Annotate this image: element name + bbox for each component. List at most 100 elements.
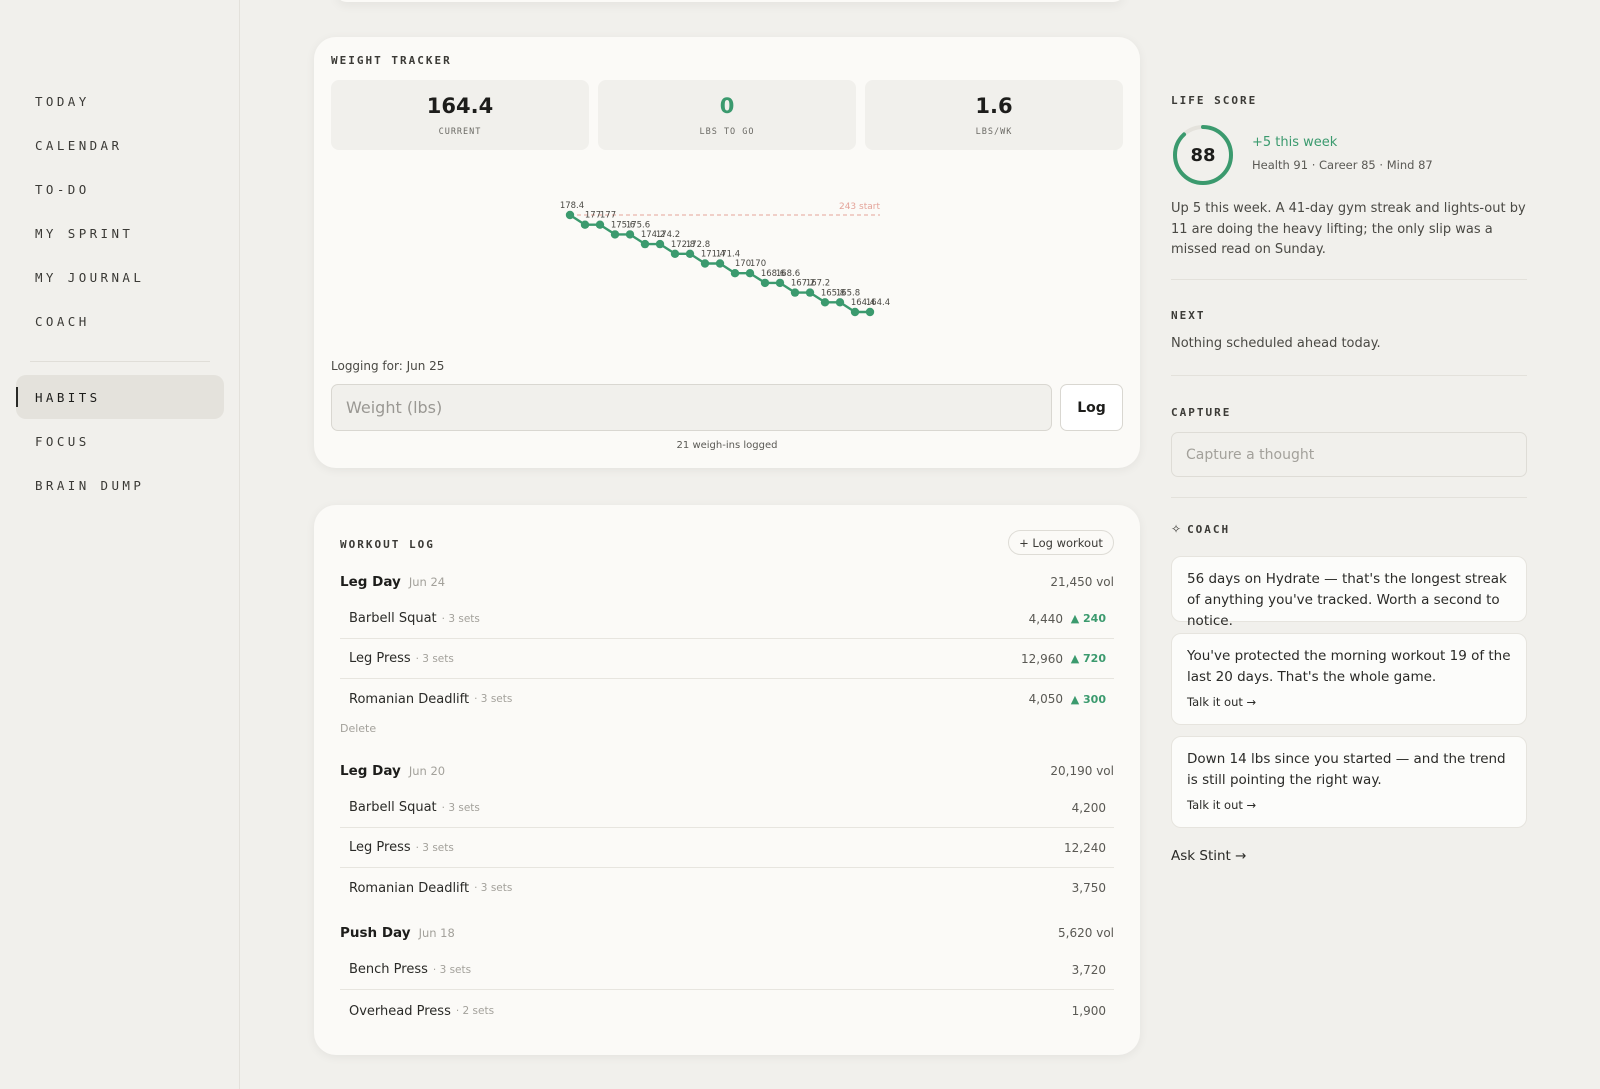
workout-log-card: WORKOUT LOG + Log workout Leg Day Jun 24… [314,505,1140,1055]
nav-item-focus[interactable]: FOCUS [16,419,224,463]
nav-item-my-sprint[interactable]: MY SPRINT [16,211,224,255]
nav-item-my-journal[interactable]: MY JOURNAL [16,255,224,299]
reference-line-label: 243 start [839,202,880,212]
exercise-row[interactable]: Overhead Press · 2 sets 1,900 [340,991,1114,1031]
weight-point [730,269,740,278]
exercise-volume: 4,440 [1028,611,1063,626]
exercise-row[interactable]: Barbell Squat · 3 sets 4,200 [340,788,1114,828]
life-score-value: 88 [1190,145,1215,166]
exercise-name: Bench Press [349,962,428,977]
nav-item-today[interactable]: TODAY [16,79,224,123]
coach-header: ✧ COACH [1171,522,1230,536]
exercise-volume: 1,900 [1071,1004,1106,1018]
weight-point [820,298,830,307]
log-workout-button[interactable]: + Log workout [1008,530,1114,555]
exercise-name: Leg Press [349,840,411,855]
weight-tracker-card: WEIGHT TRACKER 164.4 CURRENT 0 LBS TO GO… [314,37,1140,468]
weight-point [850,307,860,317]
exercise-sets: · 3 sets [415,841,454,854]
exercise-delta: ▲ 720 [1070,652,1106,665]
weight-point-label: 170 [750,259,766,269]
session-header[interactable]: Leg Day Jun 24 21,450 vol [340,572,1114,592]
exercise-row[interactable]: Leg Press · 3 sets 12,240 [340,828,1114,868]
delete-session-link[interactable]: Delete [340,722,376,735]
weight-point [640,239,650,249]
exercise-delta: ▲ 300 [1070,692,1106,706]
session-header[interactable]: Leg Day Jun 20 20,190 vol [340,761,1114,781]
talk-it-out-link[interactable]: Talk it out → [1187,695,1511,709]
exercise-row[interactable]: Romanian Deadlift · 3 sets 4,050 ▲ 300 [340,679,1114,719]
exercise-volume: 3,750 [1071,881,1106,895]
exercise-sets: · 3 sets [474,882,513,894]
exercise-name: Barbell Squat [349,800,437,815]
life-score-breakdown: Health 91 · Career 85 · Mind 87 [1252,158,1433,172]
weight-point [865,307,875,317]
weight-point [655,239,665,249]
exercise-row[interactable]: Barbell Squat · 3 sets 4,440 ▲ 240 [340,599,1114,639]
weight-point [580,220,590,229]
life-score-ring: 88 [1173,125,1233,185]
next-text: Nothing scheduled ahead today. [1171,336,1381,351]
life-score-summary: Up 5 this week. A 41-day gym streak and … [1171,201,1526,257]
weight-point [565,210,575,220]
life-score-change: +5 this week [1252,135,1338,150]
nav-item-todo[interactable]: TO-DO [16,167,224,211]
weight-point-label: 167.2 [806,279,830,289]
capture-input[interactable] [1171,432,1527,477]
nav-item-habits[interactable]: HABITS [16,375,224,419]
nav-item-coach[interactable]: COACH [16,299,224,343]
ask-stint-link[interactable]: Ask Stint → [1171,848,1246,864]
nav-item-calendar[interactable]: CALENDAR [16,123,224,167]
weight-point [595,220,605,229]
session-name: Push Day [340,925,411,941]
weight-point-label: 178.4 [560,201,584,211]
weight-point [670,249,680,258]
exercise-sets: · 3 sets [441,801,480,814]
coach-card: Down 14 lbs since you started — and the … [1171,736,1527,828]
talk-it-out-link[interactable]: Talk it out → [1187,798,1511,812]
section-divider [1171,497,1527,498]
weighins-count: 21 weigh-ins logged [676,440,778,451]
coach-message: You've protected the morning workout 19 … [1187,648,1511,685]
coach-message: Down 14 lbs since you started — and the … [1187,751,1506,788]
exercise-volume: 12,960 [1021,651,1063,666]
weight-point [745,269,755,278]
weight-point [610,230,620,239]
session-volume: 21,450 vol [1050,575,1114,589]
exercise-volume: 12,240 [1064,840,1106,855]
capture-title: CAPTURE [1171,406,1232,419]
exercise-name: Barbell Squat [349,611,437,626]
weight-point [715,259,725,268]
nav-item-brain-dump[interactable]: BRAIN DUMP [16,463,224,507]
exercise-sets: · 3 sets [441,612,480,625]
exercise-row[interactable]: Leg Press · 3 sets 12,960 ▲ 720 [340,639,1114,679]
logging-for-label: Logging for: Jun 25 [331,359,445,373]
weight-point-label: 170 [735,259,751,269]
session-name: Leg Day [340,574,401,590]
weight-point [805,288,815,297]
weight-point-label: 172.8 [686,240,710,250]
sparkle-icon: ✧ [1171,522,1182,536]
exercise-name: Romanian Deadlift [349,691,470,707]
weight-chart: 243 start178.4177177175.6175.6174.2174.2… [560,201,890,317]
exercise-sets: · 3 sets [432,963,472,976]
session-date: Jun 24 [408,575,446,589]
sidebar: TODAY CALENDAR TO-DO MY SPRINT MY JOURNA… [0,0,240,1089]
nav-primary: TODAY CALENDAR TO-DO MY SPRINT MY JOURNA… [16,79,224,343]
weight-point-label: 177 [585,211,601,221]
coach-card: You've protected the morning workout 19 … [1171,633,1527,725]
coach-title: COACH [1187,522,1231,536]
life-score-title: LIFE SCORE [1171,94,1258,107]
weight-point [700,259,710,268]
exercise-name: Overhead Press [349,1003,451,1019]
weight-point-label: 177 [600,211,616,221]
exercise-volume: 4,050 [1028,692,1063,706]
weight-input[interactable] [331,384,1052,431]
exercise-volume: 3,720 [1071,962,1106,977]
session-volume: 5,620 vol [1058,926,1114,940]
exercise-row[interactable]: Romanian Deadlift · 3 sets 3,750 [340,868,1114,908]
section-divider [1171,279,1527,280]
session-header[interactable]: Push Day Jun 18 5,620 vol [340,923,1114,943]
exercise-row[interactable]: Bench Press · 3 sets 3,720 [340,950,1114,990]
log-weight-button[interactable]: Log [1060,384,1123,431]
